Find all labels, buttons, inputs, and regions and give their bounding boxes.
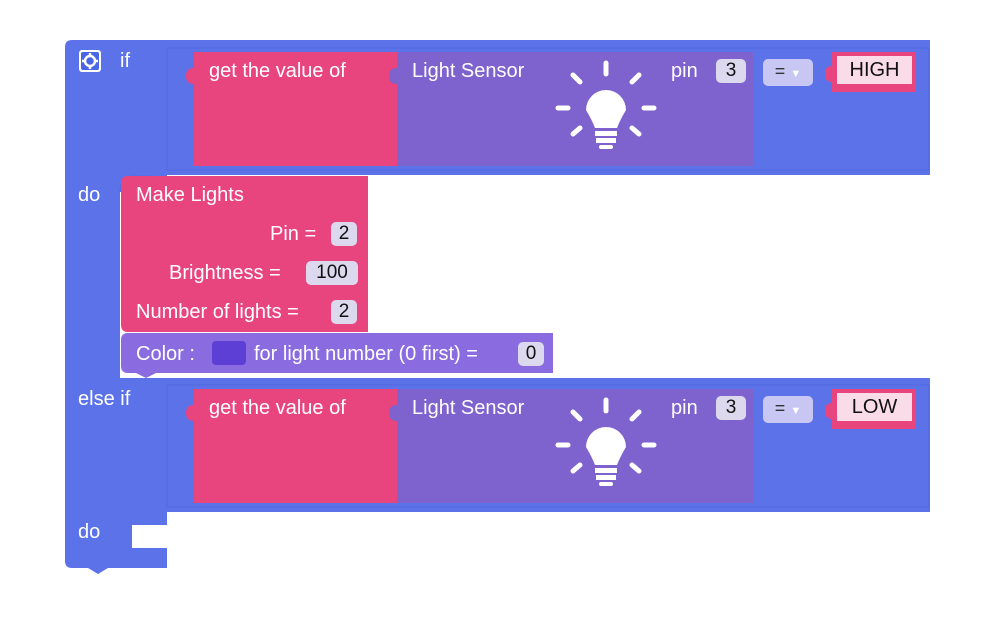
get-value-label-2: get the value of: [209, 397, 346, 419]
operator-value: =: [774, 61, 786, 81]
low-value-field[interactable]: LOW: [837, 393, 912, 421]
light-sensor-label-2: Light Sensor: [412, 397, 525, 419]
get-value-label: get the value of: [209, 60, 346, 82]
brightness-label: Brightness =: [169, 262, 281, 284]
blockly-workspace[interactable]: { "colors": { "control_block": "#5b72e8"…: [0, 0, 983, 628]
pin-value-field[interactable]: 3: [716, 59, 746, 83]
if-label: if: [120, 50, 130, 72]
light-number-label: for light number (0 first) =: [254, 343, 478, 365]
gear-icon[interactable]: [79, 50, 101, 72]
compare-operator-dropdown-2[interactable]: = ▼: [763, 396, 813, 423]
pin-equals-label: Pin =: [270, 223, 317, 245]
lights-pin-field[interactable]: 2: [331, 222, 357, 246]
operator-value-2: =: [774, 398, 786, 418]
number-of-lights-label: Number of lights =: [136, 301, 299, 323]
color-label: Color :: [136, 343, 195, 365]
pin-label: pin: [671, 60, 698, 82]
make-lights-title: Make Lights: [136, 184, 244, 206]
chevron-down-icon: ▼: [790, 68, 802, 80]
high-value-field[interactable]: HIGH: [837, 56, 912, 84]
compare-operator-dropdown[interactable]: = ▼: [763, 59, 813, 86]
light-sensor-label: Light Sensor: [412, 60, 525, 82]
chevron-down-icon: ▼: [790, 405, 802, 417]
do-label: do: [78, 184, 101, 206]
light-number-field[interactable]: 0: [518, 342, 544, 366]
color-swatch[interactable]: [212, 341, 246, 365]
brightness-field[interactable]: 100: [306, 261, 358, 285]
else-if-label: else if: [78, 388, 131, 410]
pin-value-field-2[interactable]: 3: [716, 396, 746, 420]
number-of-lights-field[interactable]: 2: [331, 300, 357, 324]
do-label-2: do: [78, 521, 101, 543]
pin-label-2: pin: [671, 397, 698, 419]
